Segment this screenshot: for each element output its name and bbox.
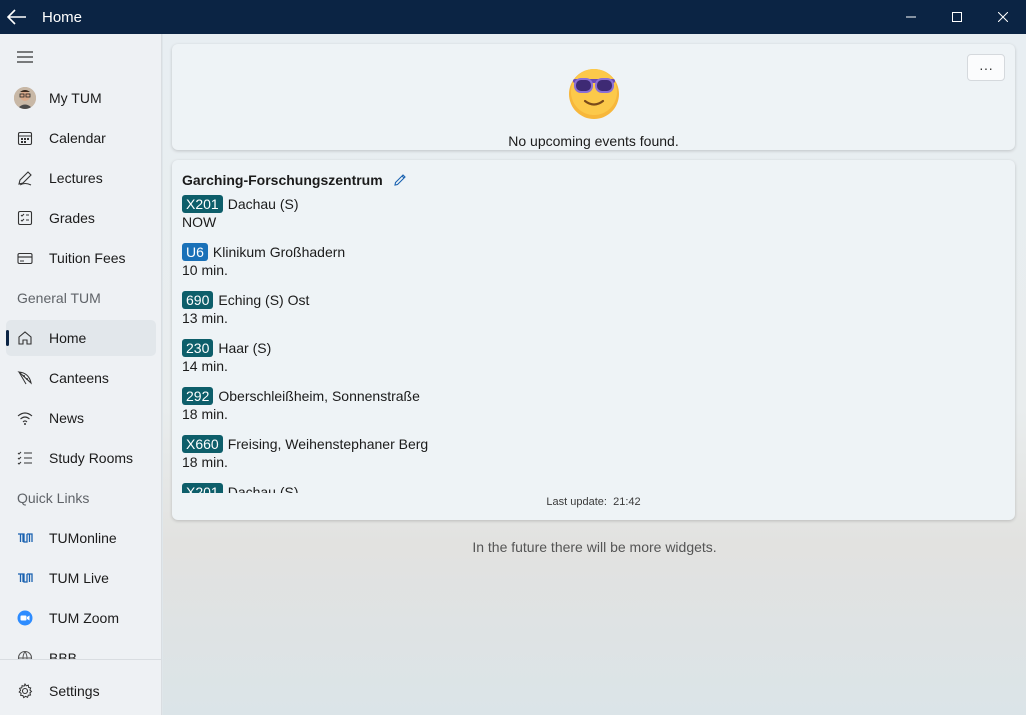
line-badge: 230 xyxy=(182,339,214,357)
sidebar-item-study-rooms[interactable]: Study Rooms xyxy=(6,440,156,476)
pen-icon xyxy=(17,170,33,186)
section-heading-general: General TUM xyxy=(17,290,101,306)
back-button[interactable] xyxy=(0,0,34,34)
list-icon xyxy=(17,450,33,466)
close-icon xyxy=(998,12,1008,22)
departure-row: X201 Dachau (S) xyxy=(182,483,1002,493)
line-badge: 690 xyxy=(182,291,214,309)
sidebar-item-label: TUMonline xyxy=(49,530,117,546)
checklist-icon xyxy=(17,210,33,226)
zoom-icon xyxy=(17,610,33,626)
more-options-button[interactable]: ··· xyxy=(967,54,1005,81)
departure-row: 292 Oberschleißheim, Sonnenstraße 18 min… xyxy=(182,387,1002,435)
destination: Dachau (S) xyxy=(227,196,299,212)
card-icon xyxy=(17,250,33,266)
line-badge: X201 xyxy=(182,483,223,493)
main-content: No upcoming events found. ··· Garching-F… xyxy=(163,34,1026,715)
departure-time: 14 min. xyxy=(182,358,228,374)
maximize-icon xyxy=(952,12,962,22)
station-name: Garching-Forschungszentrum xyxy=(182,172,383,188)
avatar xyxy=(14,87,36,109)
future-widgets-text: In the future there will be more widgets… xyxy=(472,539,717,555)
departure-time: NOW xyxy=(182,214,217,230)
departure-time: 10 min. xyxy=(182,262,228,278)
sidebar-item-canteens[interactable]: Canteens xyxy=(6,360,156,396)
destination: Eching (S) Ost xyxy=(218,292,310,308)
sidebar-item-label: Settings xyxy=(49,683,100,699)
sidebar-item-calendar[interactable]: Calendar xyxy=(6,120,156,156)
departure-list[interactable]: X201 Dachau (S) NOW U6 Klinikum Großhade… xyxy=(182,195,1002,493)
destination: Haar (S) xyxy=(218,340,272,356)
last-update: Last update: 21:42 xyxy=(172,496,1015,508)
sidebar-item-news[interactable]: News xyxy=(6,400,156,436)
departure-row: 690 Eching (S) Ost 13 min. xyxy=(182,291,1002,339)
sidebar-item-tumonline[interactable]: TUMonline xyxy=(6,520,156,556)
departure-time: 18 min. xyxy=(182,454,228,470)
line-badge: X201 xyxy=(182,195,223,213)
sidebar-item-tum-zoom[interactable]: TUM Zoom xyxy=(6,600,156,636)
sidebar-item-label: Lectures xyxy=(49,170,103,186)
departure-time: 18 min. xyxy=(182,406,228,422)
departure-row: X201 Dachau (S) NOW xyxy=(182,195,1002,243)
pizza-icon xyxy=(17,370,33,386)
line-badge: X660 xyxy=(182,435,223,453)
tum-icon xyxy=(17,530,33,546)
sidebar-item-label: Tuition Fees xyxy=(49,250,126,266)
transit-card: Garching-Forschungszentrum X201 Dachau (… xyxy=(172,160,1015,520)
sidebar-item-label: News xyxy=(49,410,85,426)
line-badge: U6 xyxy=(182,243,208,261)
gear-icon xyxy=(17,683,33,699)
departure-row: 230 Haar (S) 14 min. xyxy=(182,339,1002,387)
minimize-icon xyxy=(906,16,916,18)
destination: Freising, Weihenstephaner Berg xyxy=(227,436,429,452)
sidebar-item-bbb[interactable]: BBB xyxy=(6,640,156,659)
departure-time: 13 min. xyxy=(182,310,228,326)
destination: Klinikum Großhadern xyxy=(212,244,346,260)
destination: Oberschleißheim, Sonnenstraße xyxy=(218,388,420,404)
minimize-button[interactable] xyxy=(888,0,934,34)
sidebar-item-label: Home xyxy=(49,330,87,346)
calendar-icon xyxy=(17,130,33,146)
sidebar-item-tuition-fees[interactable]: Tuition Fees xyxy=(6,240,156,276)
sidebar: My TUM Calendar Lectures Grades Tuition … xyxy=(0,34,162,715)
departure-row: U6 Klinikum Großhadern 10 min. xyxy=(182,243,1002,291)
window-title: Home xyxy=(42,8,83,26)
sidebar-item-label: TUM Zoom xyxy=(49,610,119,626)
last-update-label: Last update: xyxy=(546,496,607,508)
line-badge: 292 xyxy=(182,387,214,405)
sidebar-item-label: Canteens xyxy=(49,370,109,386)
destination: Dachau (S) xyxy=(227,484,299,493)
sidebar-item-settings[interactable]: Settings xyxy=(6,673,156,709)
back-arrow-icon xyxy=(7,9,26,25)
title-bar: Home xyxy=(0,0,1026,34)
sunglasses-emoji-icon xyxy=(566,66,622,122)
sidebar-divider xyxy=(0,659,161,660)
close-button[interactable] xyxy=(980,0,1026,34)
hamburger-icon xyxy=(17,51,33,63)
sidebar-item-tum-live[interactable]: TUM Live xyxy=(6,560,156,596)
sidebar-item-lectures[interactable]: Lectures xyxy=(6,160,156,196)
sidebar-item-label: Study Rooms xyxy=(49,450,134,466)
sidebar-item-home[interactable]: Home xyxy=(6,320,156,356)
sidebar-item-my-tum[interactable]: My TUM xyxy=(6,80,156,116)
wifi-icon xyxy=(17,410,33,426)
home-icon xyxy=(17,330,33,346)
departure-row: X660 Freising, Weihenstephaner Berg 18 m… xyxy=(182,435,1002,483)
sidebar-item-label: Grades xyxy=(49,210,95,226)
sidebar-item-label: My TUM xyxy=(49,90,102,106)
no-events-text: No upcoming events found. xyxy=(508,133,679,149)
sidebar-item-label: BBB xyxy=(49,650,78,659)
globe-icon xyxy=(17,650,33,659)
sidebar-item-grades[interactable]: Grades xyxy=(6,200,156,236)
tum-icon xyxy=(17,570,33,586)
last-update-time: 21:42 xyxy=(613,496,641,508)
maximize-button[interactable] xyxy=(934,0,980,34)
section-heading-quick-links: Quick Links xyxy=(17,490,90,506)
sidebar-item-label: Calendar xyxy=(49,130,106,146)
events-card: No upcoming events found. ··· xyxy=(172,44,1015,150)
hamburger-menu-button[interactable] xyxy=(17,50,33,64)
edit-pencil-icon[interactable] xyxy=(393,173,407,187)
sidebar-item-label: TUM Live xyxy=(49,570,109,586)
